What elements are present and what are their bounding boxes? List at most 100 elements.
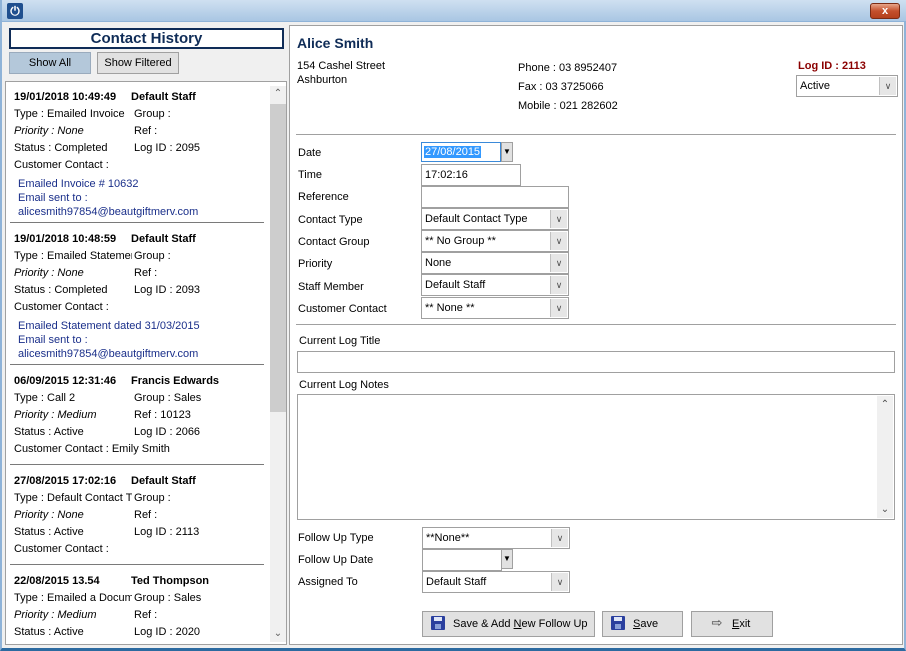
- status-select[interactable]: Active ∨: [796, 75, 898, 97]
- save-add-follow-up-button[interactable]: Save & Add New Follow Up: [422, 611, 595, 637]
- priority-select[interactable]: None ∨: [421, 252, 569, 274]
- history-entry[interactable]: 22/08/2015 13.54 Ted Thompson Type : Emai…: [14, 573, 260, 641]
- customer-address: 154 Cashel Street Ashburton: [297, 59, 385, 87]
- log-notes-textarea[interactable]: ⌃ ⌄: [297, 394, 895, 520]
- date-dropdown-icon[interactable]: ▼: [501, 142, 513, 162]
- time-value: 17:02:16: [425, 169, 468, 181]
- date-field[interactable]: 27/08/2015: [421, 142, 501, 162]
- entry-staff: Default Staff: [131, 91, 196, 103]
- entry-datetime: 06/09/2015 12:31:46: [14, 375, 117, 387]
- reference-field[interactable]: [421, 186, 569, 208]
- entry-staff: Default Staff: [131, 233, 196, 245]
- follow-up-date-label: Follow Up Date: [298, 554, 374, 566]
- chevron-down-icon[interactable]: ∨: [879, 77, 896, 95]
- divider: [296, 324, 896, 325]
- power-icon[interactable]: ⏻: [7, 3, 23, 19]
- entry-priority: Priority : None: [14, 509, 84, 521]
- log-notes-label: Current Log Notes: [299, 379, 389, 391]
- assigned-to-value: Default Staff: [426, 576, 487, 588]
- button-label: Save & Add: [453, 618, 514, 630]
- contact-type-label: Contact Type: [298, 214, 363, 226]
- entry-type: Type : Emailed Statement: [14, 250, 132, 262]
- entry-group: Group :: [134, 108, 171, 120]
- entry-staff: Ted Thompson: [131, 575, 210, 587]
- log-title-input[interactable]: [297, 351, 895, 373]
- customer-name: Alice Smith: [297, 35, 374, 51]
- history-entry[interactable]: 19/01/2018 10:48:59 Default Staff Type : …: [14, 231, 260, 361]
- contact-group-label: Contact Group: [298, 236, 370, 248]
- follow-up-type-value: **None**: [426, 532, 470, 544]
- follow-up-type-label: Follow Up Type: [298, 532, 374, 544]
- customer-contact-label: Customer Contact: [298, 303, 387, 315]
- follow-up-type-select[interactable]: **None** ∨: [422, 527, 570, 549]
- scroll-down-icon[interactable]: ⌄: [270, 626, 286, 642]
- chevron-down-icon[interactable]: ∨: [550, 210, 567, 228]
- contact-history-list[interactable]: 19/01/2018 10:49:49 Default Staff Type : …: [5, 81, 287, 645]
- scroll-down-icon[interactable]: ⌄: [877, 504, 893, 515]
- history-entry[interactable]: 19/01/2018 10:49:49 Default Staff Type : …: [14, 89, 260, 219]
- exit-button[interactable]: ⇨ Exit: [691, 611, 773, 637]
- entry-priority: Priority : Medium: [14, 609, 97, 621]
- fax-number: Fax : 03 3725066: [518, 81, 604, 93]
- entry-ref: Ref :: [134, 125, 158, 137]
- notes-scrollbar[interactable]: ⌃ ⌄: [877, 396, 893, 518]
- entry-separator: [10, 222, 264, 223]
- chevron-down-icon[interactable]: ∨: [550, 276, 567, 294]
- entry-priority: Priority : None: [14, 267, 84, 279]
- contact-detail-panel: Alice Smith 154 Cashel Street Ashburton …: [289, 25, 903, 645]
- contact-type-value: Default Contact Type: [425, 213, 528, 225]
- close-button[interactable]: x: [870, 3, 900, 19]
- contact-type-select[interactable]: Default Contact Type ∨: [421, 208, 569, 230]
- entry-customer-contact: Customer Contact :: [14, 543, 109, 555]
- entry-log-id: Log ID : 2095: [134, 142, 201, 154]
- entry-note: alicesmith97854@beautgiftmerv.com: [18, 206, 199, 218]
- entry-priority: Priority : None: [14, 125, 84, 137]
- save-button[interactable]: Save: [602, 611, 683, 637]
- entry-group: Group : Sales: [134, 392, 202, 404]
- chevron-down-icon[interactable]: ∨: [551, 573, 568, 591]
- history-scrollbar[interactable]: ⌃ ⌄: [270, 86, 286, 642]
- entry-note: Email sent to :: [18, 192, 88, 204]
- customer-contact-select[interactable]: ** None ** ∨: [421, 297, 569, 319]
- scroll-up-icon[interactable]: ⌃: [877, 399, 893, 410]
- chevron-down-icon[interactable]: ∨: [551, 529, 568, 547]
- entry-status: Status : Completed: [14, 142, 108, 154]
- entry-group: Group : Sales: [134, 592, 202, 604]
- button-label: ave: [640, 618, 659, 630]
- exit-door-icon: ⇨: [711, 615, 723, 631]
- chevron-down-icon[interactable]: ∨: [550, 254, 567, 272]
- chevron-down-icon[interactable]: ∨: [550, 299, 567, 317]
- application-window: ⏻ x Contact History Show All Show Filter…: [0, 0, 906, 651]
- show-all-button[interactable]: Show All: [9, 52, 91, 74]
- floppy-disk-icon: [431, 616, 445, 631]
- entry-datetime: 27/08/2015 17:02:16: [14, 475, 117, 487]
- assigned-to-label: Assigned To: [298, 576, 358, 588]
- entry-note: Email sent to :: [18, 334, 88, 346]
- button-label: xit: [739, 618, 751, 630]
- history-entry[interactable]: 06/09/2015 12:31:46 Francis Edwards Type …: [14, 373, 260, 458]
- follow-up-date-field[interactable]: [422, 549, 502, 571]
- entry-customer-contact: Customer Contact :: [14, 301, 109, 313]
- time-field[interactable]: 17:02:16: [421, 164, 521, 186]
- entry-separator: [10, 464, 264, 465]
- chevron-down-icon[interactable]: ∨: [550, 232, 567, 250]
- show-filtered-button[interactable]: Show Filtered: [97, 52, 179, 74]
- contact-group-select[interactable]: ** No Group ** ∨: [421, 230, 569, 252]
- scrollbar-thumb[interactable]: [270, 104, 286, 412]
- entry-log-id: Log ID : 2020: [134, 626, 201, 638]
- entry-datetime: 19/01/2018 10:48:59: [14, 233, 117, 245]
- entry-log-id: Log ID : 2113: [134, 526, 200, 538]
- log-id-label: Log ID : 2113: [798, 60, 866, 72]
- scroll-up-icon[interactable]: ⌃: [270, 86, 286, 102]
- entry-datetime: 19/01/2018 10:49:49: [14, 91, 117, 103]
- history-entry[interactable]: 27/08/2015 17:02:16 Default Staff Type : …: [14, 473, 260, 558]
- entry-note: Emailed Invoice # 10632: [18, 178, 139, 190]
- staff-member-select[interactable]: Default Staff ∨: [421, 274, 569, 296]
- priority-label: Priority: [298, 258, 333, 270]
- follow-up-date-dropdown-icon[interactable]: ▼: [501, 549, 513, 569]
- entry-staff: Default Staff: [131, 475, 196, 487]
- entry-note: alicesmith97854@beautgiftmerv.com: [18, 348, 199, 360]
- assigned-to-select[interactable]: Default Staff ∨: [422, 571, 570, 593]
- entry-staff: Francis Edwards: [131, 375, 220, 387]
- entry-log-id: Log ID : 2093: [134, 284, 201, 296]
